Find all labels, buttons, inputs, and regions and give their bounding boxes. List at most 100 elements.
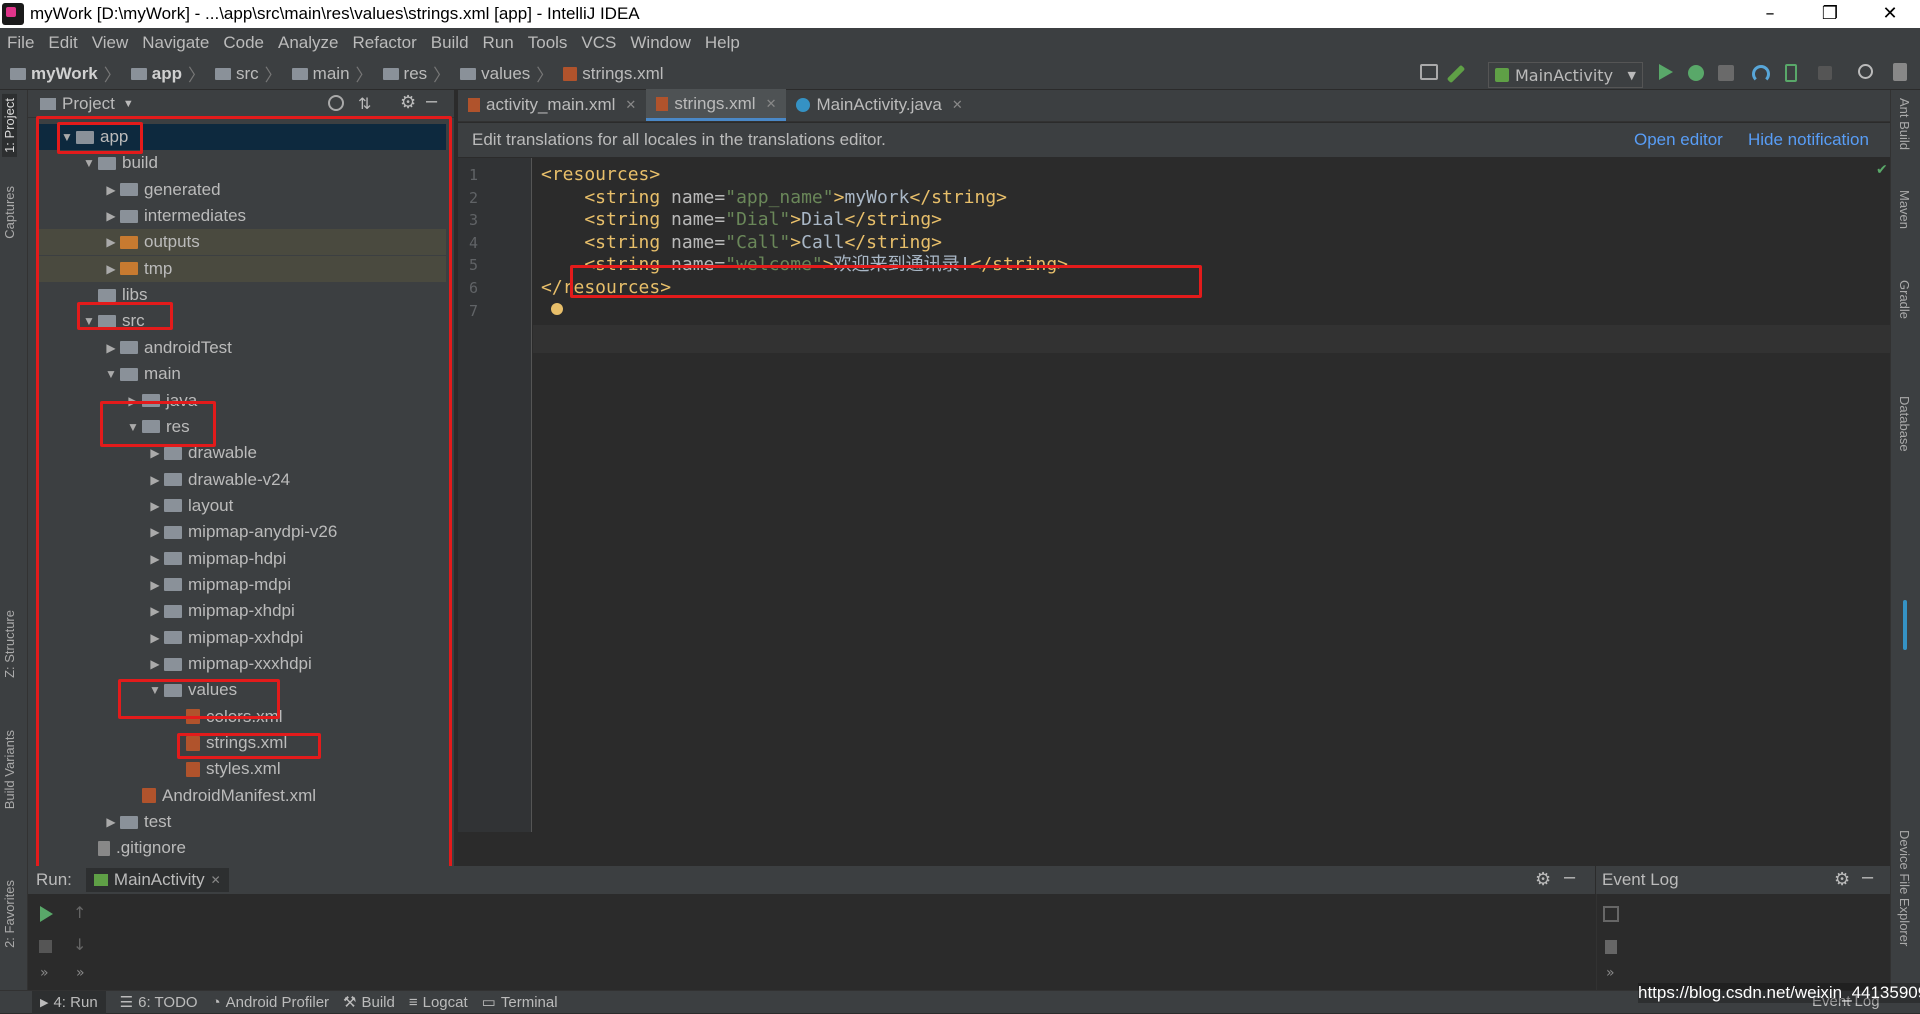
tool-tab-build-variants[interactable]: Build Variants <box>2 730 17 809</box>
event-log-header: Event Log ⚙ – <box>1596 866 1890 894</box>
code-token-tag: > <box>790 231 802 253</box>
breadcrumb-values[interactable]: values 〉 <box>460 61 553 86</box>
chevron-right-icon: 〉 <box>103 66 121 85</box>
close-button[interactable]: ✕ <box>1860 0 1920 28</box>
annotation-box-app <box>57 122 143 154</box>
run-configuration-dropdown[interactable]: MainActivity ▼ <box>1488 62 1643 88</box>
tool-tab-project[interactable]: 1: Project <box>2 94 17 157</box>
gear-icon[interactable]: ⚙ <box>400 92 416 113</box>
locate-icon[interactable] <box>328 95 344 111</box>
tool-tab-ant-build[interactable]: Ant Build <box>1897 98 1912 150</box>
sdk-manager-icon[interactable] <box>1893 63 1907 81</box>
gear-icon[interactable]: ⚙ <box>1834 869 1850 890</box>
tool-tab-database[interactable]: Database <box>1897 396 1912 452</box>
status-tab-todo[interactable]: ☰ 6: TODO <box>119 993 198 1012</box>
run-icon[interactable] <box>1659 64 1673 80</box>
menu-window[interactable]: Window <box>623 33 697 53</box>
hide-icon[interactable]: – <box>1862 866 1873 889</box>
coverage-icon[interactable] <box>1718 65 1734 81</box>
trash-icon[interactable] <box>1605 940 1617 954</box>
close-icon[interactable]: ✕ <box>625 97 636 113</box>
line-number: 2 <box>468 188 478 207</box>
debug-icon[interactable] <box>1688 65 1704 81</box>
hide-notification-link[interactable]: Hide notification <box>1748 130 1869 150</box>
close-icon[interactable]: ✕ <box>766 96 777 112</box>
rerun-icon[interactable] <box>40 906 53 922</box>
project-folder-icon <box>40 97 56 110</box>
tab-activity-main-xml[interactable]: activity_main.xml ✕ <box>458 89 646 121</box>
chevron-down-icon[interactable]: ▼ <box>123 98 134 110</box>
menu-run[interactable]: Run <box>476 33 521 53</box>
status-tab-logcat[interactable]: ≡ Logcat <box>409 994 468 1011</box>
breadcrumb-label: myWork <box>31 63 98 83</box>
stop-icon[interactable] <box>1818 66 1832 80</box>
apply-changes-icon[interactable] <box>1785 64 1797 82</box>
tool-tab-gradle[interactable]: Gradle <box>1897 280 1912 319</box>
menu-vcs[interactable]: VCS <box>574 33 623 53</box>
hide-icon[interactable]: – <box>1564 866 1575 889</box>
tool-tab-captures[interactable]: Captures <box>2 186 17 239</box>
arrow-down-icon[interactable]: ↓ <box>73 935 86 954</box>
lightbulb-icon[interactable] <box>551 303 563 315</box>
tab-mainactivity-java[interactable]: MainActivity.java ✕ <box>786 89 972 121</box>
breadcrumb-strings-xml[interactable]: strings.xml <box>563 64 664 84</box>
menu-edit[interactable]: Edit <box>41 33 84 53</box>
tool-tab-maven[interactable]: Maven <box>1897 190 1912 229</box>
status-tab-android-profiler[interactable]: ◔ Android Profiler <box>212 994 329 1011</box>
restore-button[interactable]: ❐ <box>1800 0 1860 28</box>
editor-gutter: 1 2 3 4 5 6 7 <box>458 158 532 832</box>
project-panel-title[interactable]: Project <box>62 94 115 114</box>
menu-build[interactable]: Build <box>424 33 476 53</box>
close-icon[interactable]: ✕ <box>211 873 221 887</box>
tool-tab-structure[interactable]: Z: Structure <box>2 610 17 678</box>
layout-icon[interactable] <box>1420 64 1438 80</box>
menu-help[interactable]: Help <box>698 33 747 53</box>
more-icon[interactable]: » <box>40 965 49 981</box>
menu-tools[interactable]: Tools <box>521 33 575 53</box>
collapse-all-icon[interactable]: ⇅ <box>358 94 371 114</box>
mark-read-icon[interactable] <box>1603 906 1619 922</box>
chevron-right-icon: 〉 <box>264 66 282 85</box>
run-tab-mainactivity[interactable]: MainActivity ✕ <box>85 868 229 892</box>
breadcrumb-main[interactable]: main 〉 <box>291 61 373 86</box>
profiler-icon[interactable] <box>1752 65 1770 83</box>
hammer-build-icon[interactable] <box>1446 64 1466 84</box>
code-token-val: "app_name" <box>725 186 834 208</box>
xml-file-icon <box>468 98 480 112</box>
breadcrumb-res[interactable]: res 〉 <box>382 61 450 86</box>
menu-code[interactable]: Code <box>216 33 271 53</box>
status-label: Build <box>361 993 395 1011</box>
status-tab-build[interactable]: ⚒ Build <box>343 993 395 1012</box>
status-tab-run[interactable]: ▶ 4: Run <box>32 990 106 1014</box>
tool-tab-favorites[interactable]: 2: Favorites <box>2 880 17 948</box>
menu-navigate[interactable]: Navigate <box>135 33 216 53</box>
tab-strings-xml[interactable]: strings.xml ✕ <box>646 89 787 121</box>
menu-file[interactable]: File <box>0 33 41 53</box>
code-editor[interactable]: <resources> <string name="app_name">myWo… <box>533 158 1890 832</box>
line-number: 5 <box>468 256 478 275</box>
annotation-box-welcome-line <box>570 265 1202 298</box>
tool-tab-device-file-explorer[interactable]: Device File Explorer <box>1897 830 1912 946</box>
list-icon: ☰ <box>119 994 134 1011</box>
breadcrumb-mywork[interactable]: myWork 〉 <box>10 61 121 86</box>
breadcrumb-src[interactable]: src 〉 <box>215 61 282 86</box>
open-editor-link[interactable]: Open editor <box>1634 130 1723 150</box>
status-label: 4: Run <box>53 993 98 1011</box>
search-icon[interactable] <box>1858 64 1873 79</box>
minimize-button[interactable]: – <box>1740 0 1800 28</box>
breadcrumb-app[interactable]: app 〉 <box>130 61 205 86</box>
status-tab-terminal[interactable]: ▭ Terminal <box>482 993 558 1012</box>
stop-icon[interactable] <box>39 940 52 953</box>
project-panel-header: Project ▼ ⇅ ⚙ – <box>28 90 454 118</box>
hide-icon[interactable]: – <box>426 90 437 113</box>
menu-analyze[interactable]: Analyze <box>271 33 345 53</box>
close-icon[interactable]: ✕ <box>952 97 963 113</box>
gear-icon[interactable]: ⚙ <box>1535 869 1551 890</box>
arrow-up-icon[interactable]: ↑ <box>73 903 86 922</box>
more-icon[interactable]: » <box>1606 965 1615 981</box>
menu-view[interactable]: View <box>85 33 136 53</box>
menu-refactor[interactable]: Refactor <box>345 33 423 53</box>
annotation-box-values <box>118 679 280 719</box>
more-icon[interactable]: » <box>76 965 85 981</box>
code-token-tag: > <box>833 186 845 208</box>
